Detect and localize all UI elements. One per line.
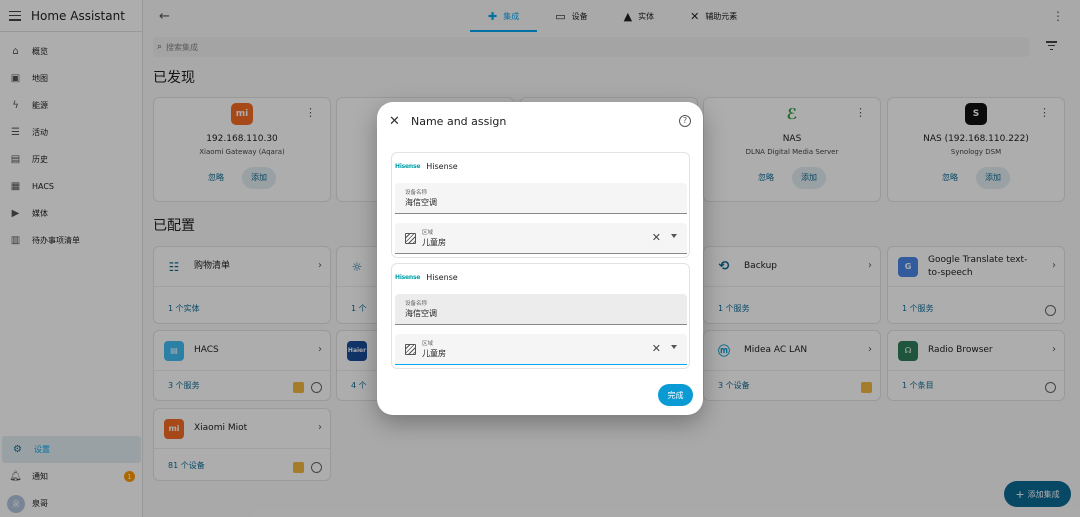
area-icon bbox=[405, 344, 416, 355]
dropdown-arrow-icon[interactable] bbox=[671, 345, 677, 349]
field-value: 海信空调 bbox=[405, 198, 437, 207]
name-assign-dialog: ✕ Name and assign ? Hisense Hisense 设备名称… bbox=[377, 102, 703, 415]
field-label: 区域 bbox=[422, 230, 434, 236]
clear-icon[interactable]: ✕ bbox=[652, 342, 661, 355]
field-value: 儿童房 bbox=[422, 238, 446, 247]
hisense-logo: Hisense bbox=[395, 274, 421, 281]
field-value: 海信空调 bbox=[405, 309, 437, 318]
clear-icon[interactable]: ✕ bbox=[652, 231, 661, 244]
field-label: 设备名称 bbox=[405, 301, 428, 307]
device-header: Hisense Hisense bbox=[395, 273, 458, 282]
device-name-field[interactable]: 设备名称 海信空调 bbox=[395, 183, 687, 214]
area-icon bbox=[405, 233, 416, 244]
field-value: 儿童房 bbox=[422, 349, 446, 358]
device-header: Hisense Hisense bbox=[395, 162, 458, 171]
field-label: 区域 bbox=[422, 341, 434, 347]
area-select[interactable]: 区域 儿童房 ✕ bbox=[395, 334, 687, 365]
field-label: 设备名称 bbox=[405, 190, 428, 196]
dialog-title: Name and assign bbox=[411, 115, 507, 128]
dropdown-arrow-icon[interactable] bbox=[671, 234, 677, 238]
device-name-field[interactable]: 设备名称 海信空调 bbox=[395, 294, 687, 325]
close-icon[interactable]: ✕ bbox=[389, 114, 400, 129]
help-icon[interactable]: ? bbox=[679, 115, 691, 127]
hisense-logo: Hisense bbox=[395, 163, 421, 170]
device-brand: Hisense bbox=[426, 162, 458, 171]
device-block: Hisense Hisense 设备名称 海信空调 区域 儿童房 ✕ bbox=[391, 263, 690, 369]
device-brand: Hisense bbox=[426, 273, 458, 282]
device-block: Hisense Hisense 设备名称 海信空调 区域 儿童房 ✕ bbox=[391, 152, 690, 258]
done-button[interactable]: 完成 bbox=[658, 384, 693, 406]
area-select[interactable]: 区域 儿童房 ✕ bbox=[395, 223, 687, 254]
